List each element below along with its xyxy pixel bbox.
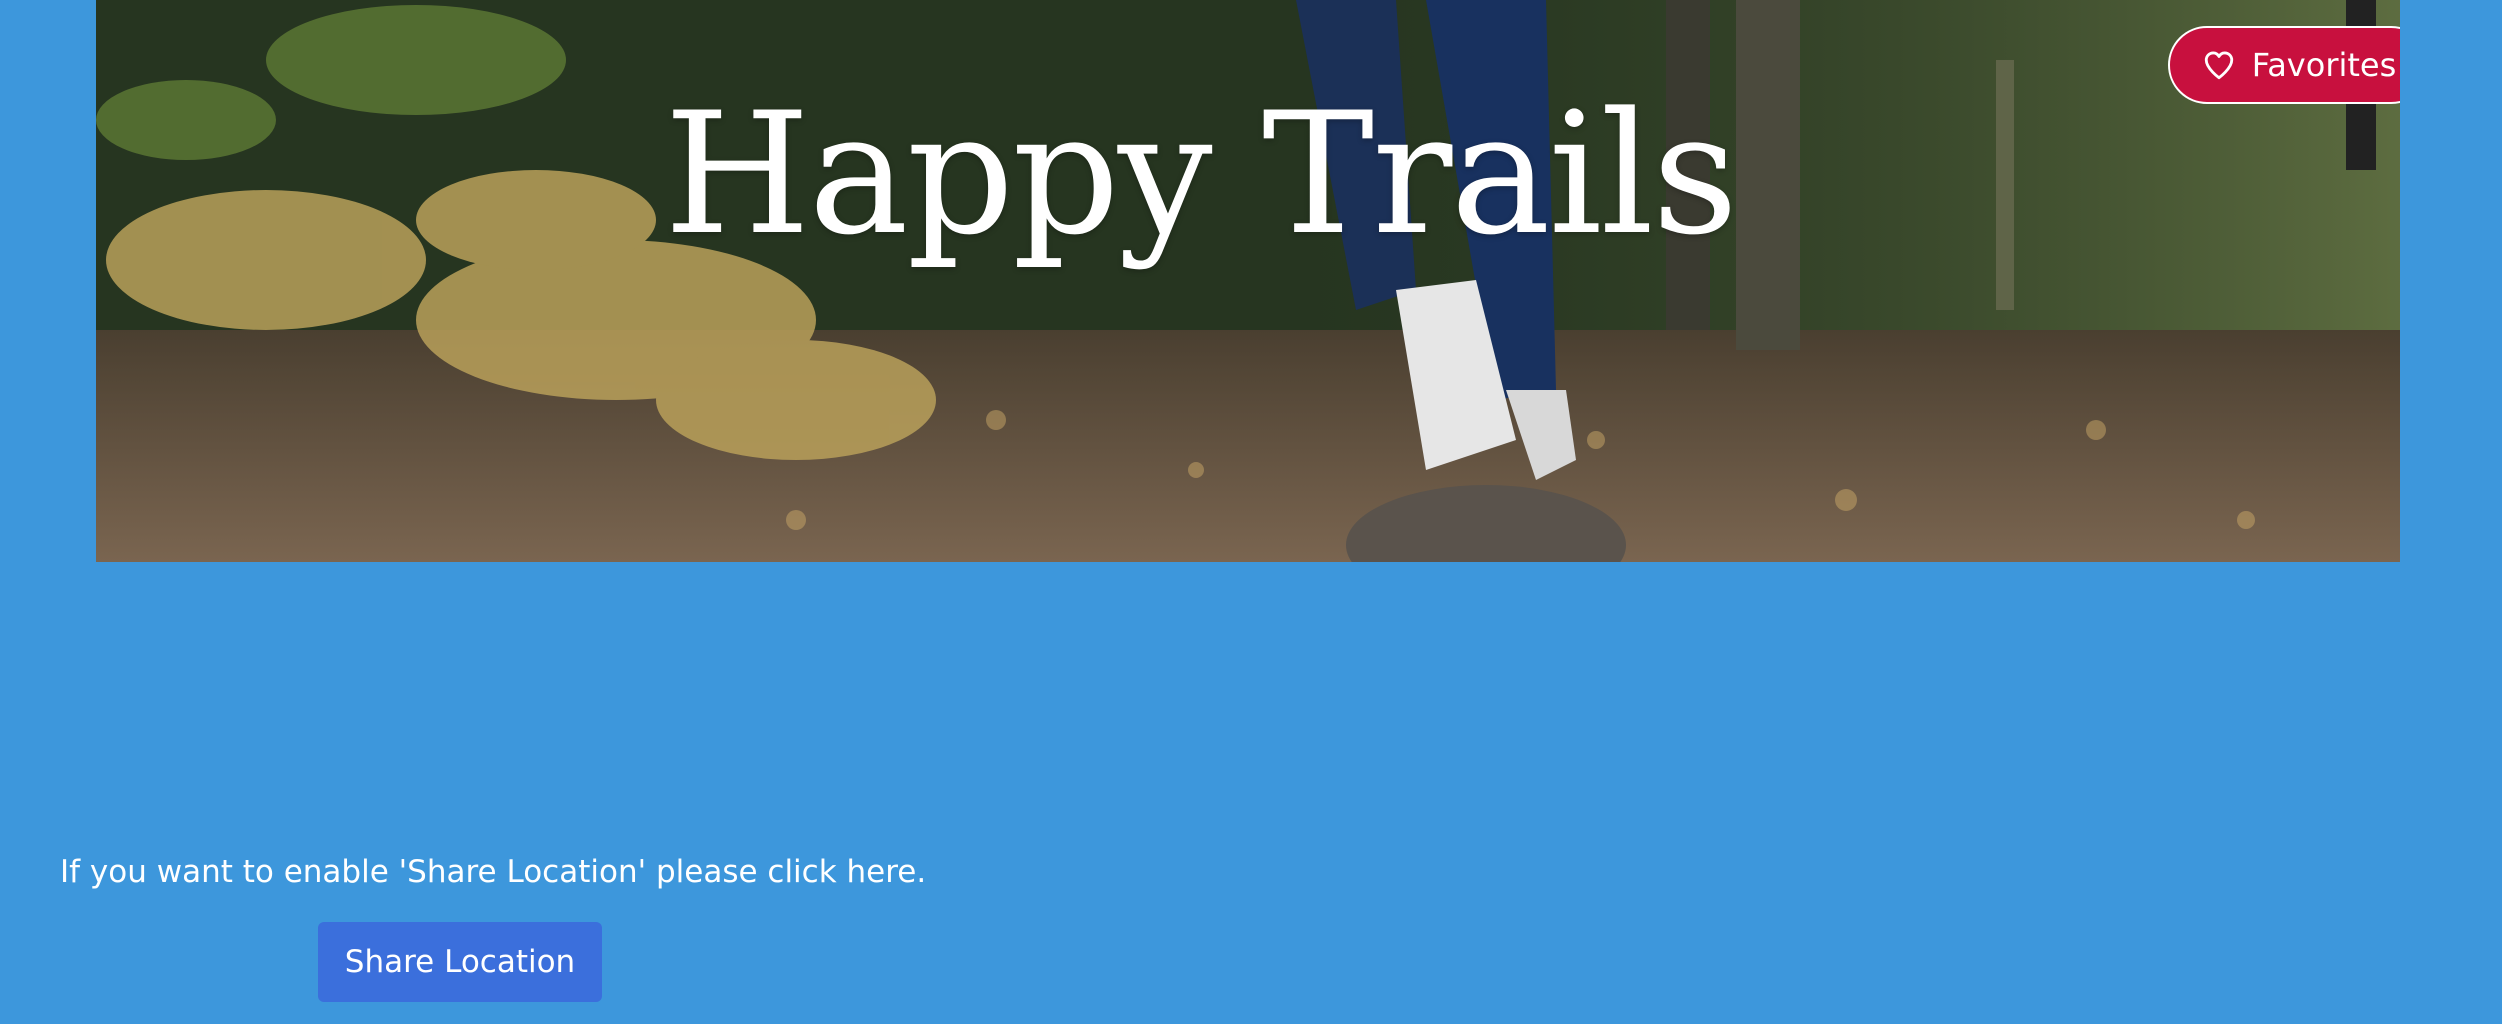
page: Happy Trails Favorites If you want to en…: [0, 0, 2502, 1024]
heart-outline-icon: [2204, 51, 2233, 80]
share-location-prompt: If you want to enable 'Share Location' p…: [60, 854, 927, 890]
hero-banner: Happy Trails Favorites: [96, 0, 2400, 562]
share-location-button[interactable]: Share Location: [318, 922, 602, 1002]
page-title: Happy Trails: [664, 76, 1738, 272]
favorites-button[interactable]: Favorites: [2168, 26, 2400, 104]
favorites-button-label: Favorites: [2251, 46, 2397, 84]
